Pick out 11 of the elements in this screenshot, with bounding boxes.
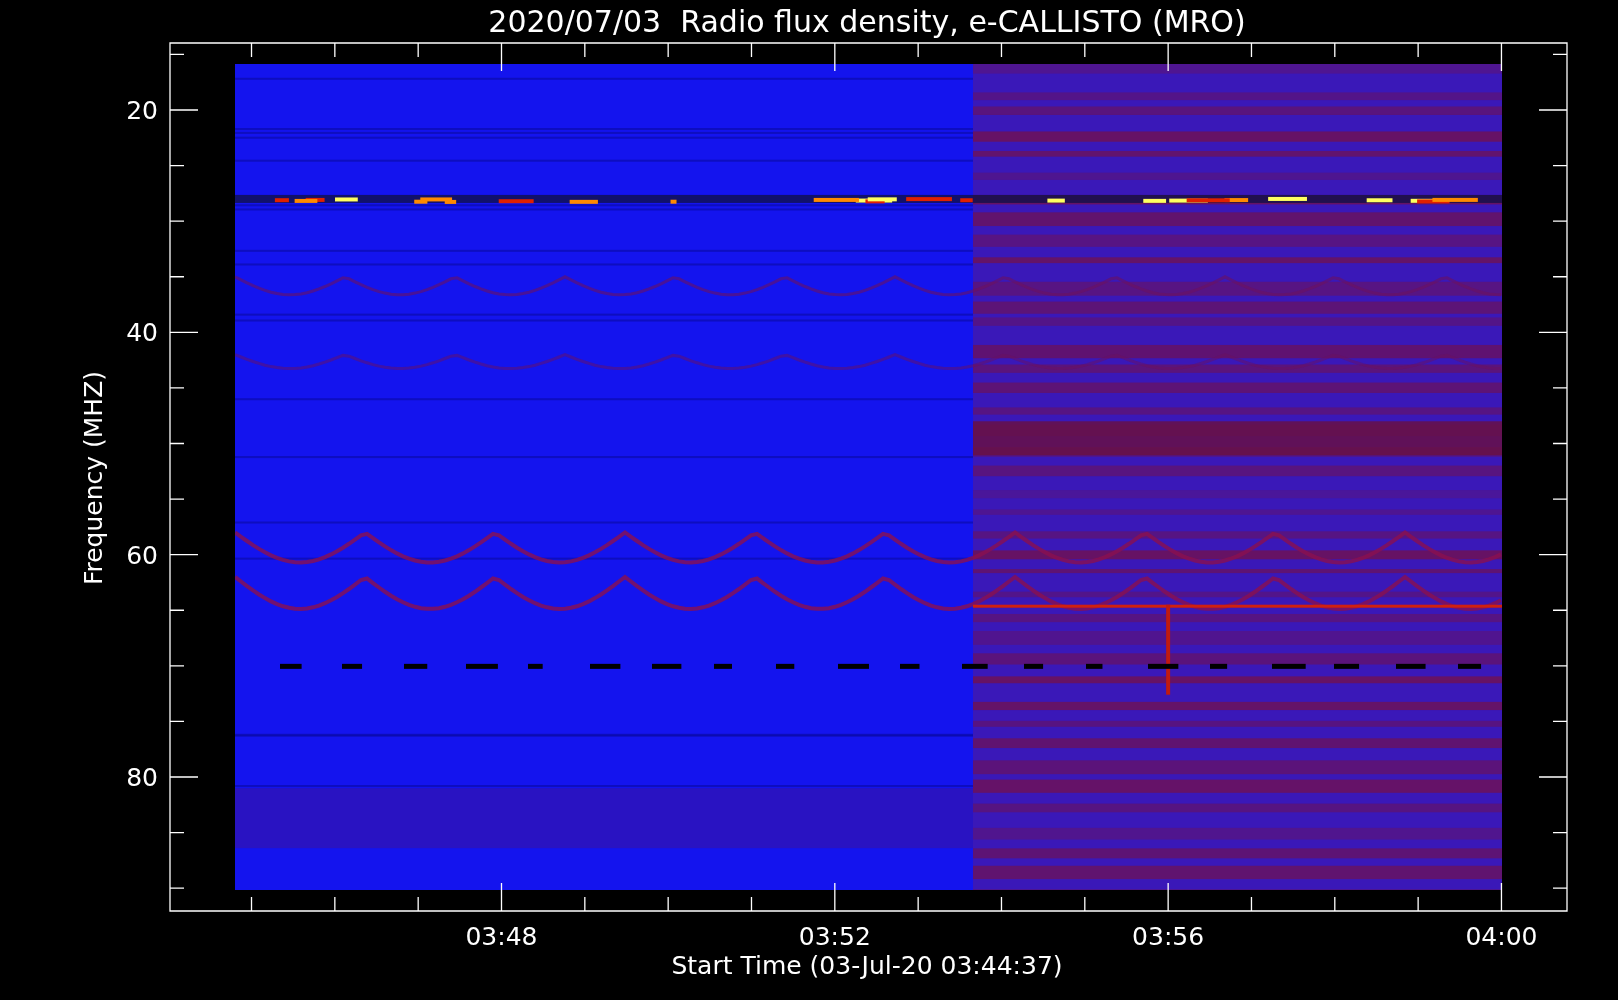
y-tick-label: 60 <box>126 540 158 570</box>
x-tick-label: 03:48 <box>465 922 538 951</box>
x-axis-label: Start Time (03-Jul-20 03:44:37) <box>671 951 1063 980</box>
y-tick-label: 20 <box>126 96 158 125</box>
y-tick-label: 40 <box>126 318 158 348</box>
y-axis-label: Frequency (MHZ) <box>79 370 108 586</box>
x-tick-label: 03:56 <box>1132 922 1205 951</box>
chart-title: 2020/07/03 Radio flux density, e-CALLISTO (MRO) <box>488 4 1246 39</box>
y-tick-label: 80 <box>126 763 158 792</box>
x-tick-label: 03:52 <box>798 922 871 951</box>
x-tick-label: 04:00 <box>1465 922 1538 951</box>
